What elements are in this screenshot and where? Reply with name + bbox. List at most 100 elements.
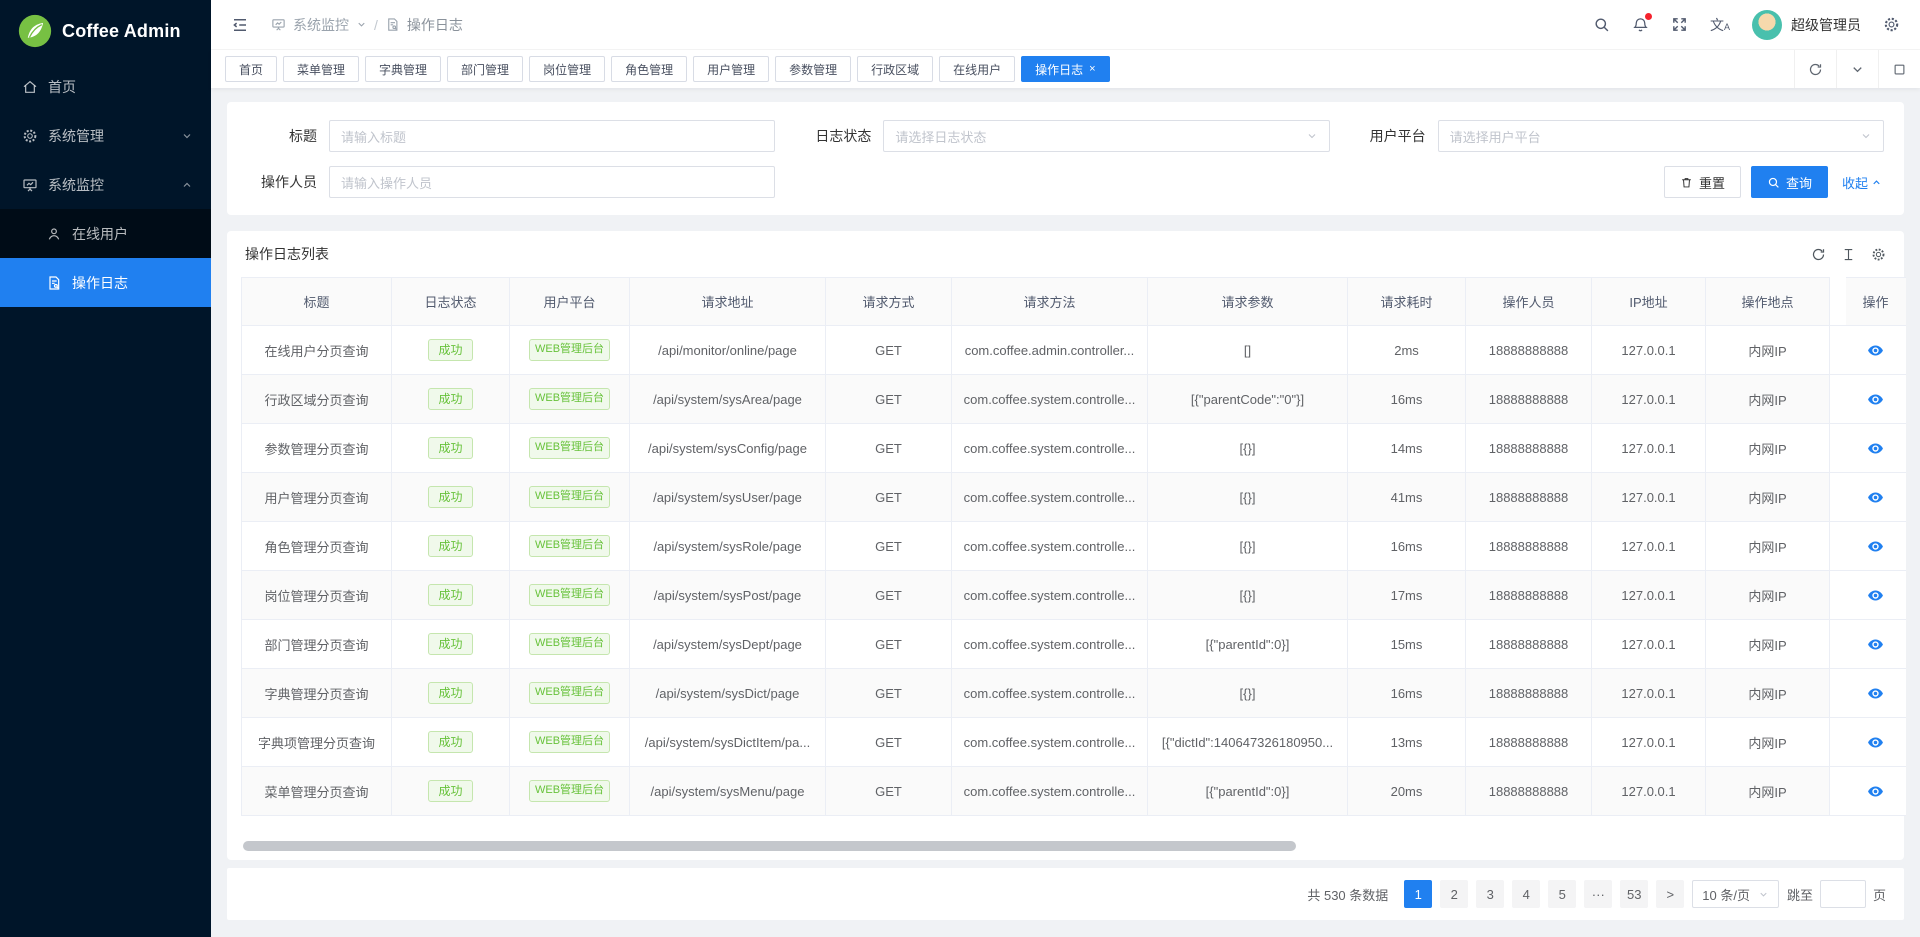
view-detail-eye-icon[interactable] bbox=[1867, 537, 1884, 552]
view-detail-eye-icon[interactable] bbox=[1867, 586, 1884, 601]
sidebar-item-system-monitor[interactable]: 系统监控 bbox=[0, 160, 211, 209]
notifications-button[interactable] bbox=[1632, 16, 1649, 33]
cell-params: [{}] bbox=[1148, 522, 1348, 571]
column-header: 日志状态 bbox=[392, 278, 510, 326]
tab-item-8[interactable]: 行政区域 bbox=[857, 56, 933, 82]
cell-params: [{}] bbox=[1148, 424, 1348, 473]
tab-label: 用户管理 bbox=[707, 61, 755, 78]
page-button-3[interactable]: 3 bbox=[1476, 880, 1504, 908]
page-button-4[interactable]: 4 bbox=[1512, 880, 1540, 908]
tab-item-0[interactable]: 首页 bbox=[225, 56, 277, 82]
breadcrumb: 系统监控 / 操作日志 bbox=[271, 15, 463, 35]
magnifier-icon bbox=[1767, 176, 1780, 189]
cell-location: 内网IP bbox=[1706, 522, 1830, 571]
view-detail-eye-icon[interactable] bbox=[1867, 733, 1884, 748]
menu-fold-icon[interactable] bbox=[231, 16, 249, 34]
view-detail-eye-icon[interactable] bbox=[1867, 684, 1884, 699]
operator-input[interactable]: 请输入操作人员 bbox=[329, 166, 775, 198]
cell-platform: WEB管理后台 bbox=[510, 620, 630, 669]
pagination-total: 共 530 条数据 bbox=[1307, 885, 1388, 904]
view-detail-eye-icon[interactable] bbox=[1867, 782, 1884, 797]
tab-item-5[interactable]: 角色管理 bbox=[611, 56, 687, 82]
cell-platform: WEB管理后台 bbox=[510, 326, 630, 375]
cell-method: GET bbox=[826, 767, 952, 816]
platform-badge: WEB管理后台 bbox=[529, 584, 610, 605]
fullscreen-icon[interactable] bbox=[1671, 16, 1688, 33]
reset-button[interactable]: 重置 bbox=[1664, 166, 1741, 198]
tab-item-7[interactable]: 参数管理 bbox=[775, 56, 851, 82]
cell-location: 内网IP bbox=[1706, 424, 1830, 473]
view-detail-eye-icon[interactable] bbox=[1867, 439, 1884, 454]
sidebar-item-op-logs[interactable]: 操作日志 bbox=[0, 258, 211, 307]
next-page-button[interactable]: > bbox=[1656, 880, 1684, 908]
cell-url: /api/monitor/online/page bbox=[630, 326, 826, 375]
tabs-maximize-icon[interactable] bbox=[1878, 50, 1920, 88]
sidebar-item-home[interactable]: 首页 bbox=[0, 62, 211, 111]
page-button-53[interactable]: 53 bbox=[1620, 880, 1648, 908]
cell-actions bbox=[1846, 473, 1906, 522]
cell-url: /api/system/sysUser/page bbox=[630, 473, 826, 522]
pagination-bar: 共 530 条数据 12345···53 > 10 条/页 跳至 页 bbox=[227, 868, 1904, 920]
tab-item-9[interactable]: 在线用户 bbox=[939, 56, 1015, 82]
horizontal-scrollbar-thumb[interactable] bbox=[243, 841, 1296, 851]
tabs-refresh-icon[interactable] bbox=[1794, 50, 1836, 88]
app-logo[interactable]: Coffee Admin bbox=[0, 0, 211, 62]
tab-item-10[interactable]: 操作日志× bbox=[1021, 56, 1109, 82]
view-detail-eye-icon[interactable] bbox=[1867, 341, 1884, 356]
sidebar-item-system-mgmt[interactable]: 系统管理 bbox=[0, 111, 211, 160]
jump-page-input[interactable] bbox=[1820, 880, 1866, 908]
breadcrumb-parent[interactable]: 系统监控 bbox=[293, 15, 349, 35]
table-row: 用户管理分页查询成功WEB管理后台/api/system/sysUser/pag… bbox=[242, 473, 1906, 522]
status-field-label: 日志状态 bbox=[801, 126, 883, 146]
status-badge: 成功 bbox=[428, 731, 472, 753]
column-settings-gear-icon[interactable] bbox=[1871, 247, 1886, 262]
page-button-5[interactable]: 5 bbox=[1548, 880, 1576, 908]
home-icon bbox=[22, 79, 38, 95]
view-detail-eye-icon[interactable] bbox=[1867, 390, 1884, 405]
page-button-2[interactable]: 2 bbox=[1440, 880, 1468, 908]
user-menu[interactable]: 超级管理员 bbox=[1752, 10, 1861, 40]
tab-item-6[interactable]: 用户管理 bbox=[693, 56, 769, 82]
table-row: 行政区域分页查询成功WEB管理后台/api/system/sysArea/pag… bbox=[242, 375, 1906, 424]
status-select[interactable]: 请选择日志状态 bbox=[883, 120, 1329, 152]
settings-gear-icon[interactable] bbox=[1883, 16, 1900, 33]
tabs-dropdown-icon[interactable] bbox=[1836, 50, 1878, 88]
title-input[interactable]: 请输入标题 bbox=[329, 120, 775, 152]
translate-icon[interactable]: 文A bbox=[1710, 15, 1730, 35]
monitor-board-icon bbox=[271, 17, 286, 32]
table-row: 菜单管理分页查询成功WEB管理后台/api/system/sysMenu/pag… bbox=[242, 767, 1906, 816]
leaf-logo-icon bbox=[18, 14, 52, 48]
cell-status: 成功 bbox=[392, 473, 510, 522]
refresh-icon[interactable] bbox=[1811, 247, 1826, 262]
collapse-link[interactable]: 收起 bbox=[1842, 173, 1882, 192]
page-button-···[interactable]: ··· bbox=[1584, 880, 1612, 908]
status-badge: 成功 bbox=[428, 584, 472, 606]
page-size-select[interactable]: 10 条/页 bbox=[1692, 880, 1779, 908]
cell-url: /api/system/sysArea/page bbox=[630, 375, 826, 424]
tab-close-icon[interactable]: × bbox=[1089, 64, 1095, 75]
platform-badge: WEB管理后台 bbox=[529, 731, 610, 752]
tab-label: 部门管理 bbox=[461, 61, 509, 78]
cell-title: 用户管理分页查询 bbox=[242, 473, 392, 522]
cell-ip: 127.0.0.1 bbox=[1592, 473, 1706, 522]
view-detail-eye-icon[interactable] bbox=[1867, 635, 1884, 650]
view-detail-eye-icon[interactable] bbox=[1867, 488, 1884, 503]
cell-handler: com.coffee.system.controlle... bbox=[952, 620, 1148, 669]
cell-title: 在线用户分页查询 bbox=[242, 326, 392, 375]
sidebar-item-online-users[interactable]: 在线用户 bbox=[0, 209, 211, 258]
tab-item-3[interactable]: 部门管理 bbox=[447, 56, 523, 82]
tab-item-4[interactable]: 岗位管理 bbox=[529, 56, 605, 82]
platform-select[interactable]: 请选择用户平台 bbox=[1438, 120, 1884, 152]
page-content: 标题 请输入标题 日志状态 请选择日志状态 用户平台 bbox=[211, 88, 1920, 937]
search-icon[interactable] bbox=[1593, 16, 1610, 33]
page-button-1[interactable]: 1 bbox=[1404, 880, 1432, 908]
tab-item-1[interactable]: 菜单管理 bbox=[283, 56, 359, 82]
cell-title: 参数管理分页查询 bbox=[242, 424, 392, 473]
cell-platform: WEB管理后台 bbox=[510, 424, 630, 473]
table-body: 在线用户分页查询成功WEB管理后台/api/monitor/online/pag… bbox=[242, 326, 1906, 816]
row-height-icon[interactable] bbox=[1841, 247, 1856, 262]
scrollbar-gap bbox=[1830, 718, 1846, 767]
search-button[interactable]: 查询 bbox=[1751, 166, 1828, 198]
cell-operator: 18888888888 bbox=[1466, 375, 1592, 424]
tab-item-2[interactable]: 字典管理 bbox=[365, 56, 441, 82]
